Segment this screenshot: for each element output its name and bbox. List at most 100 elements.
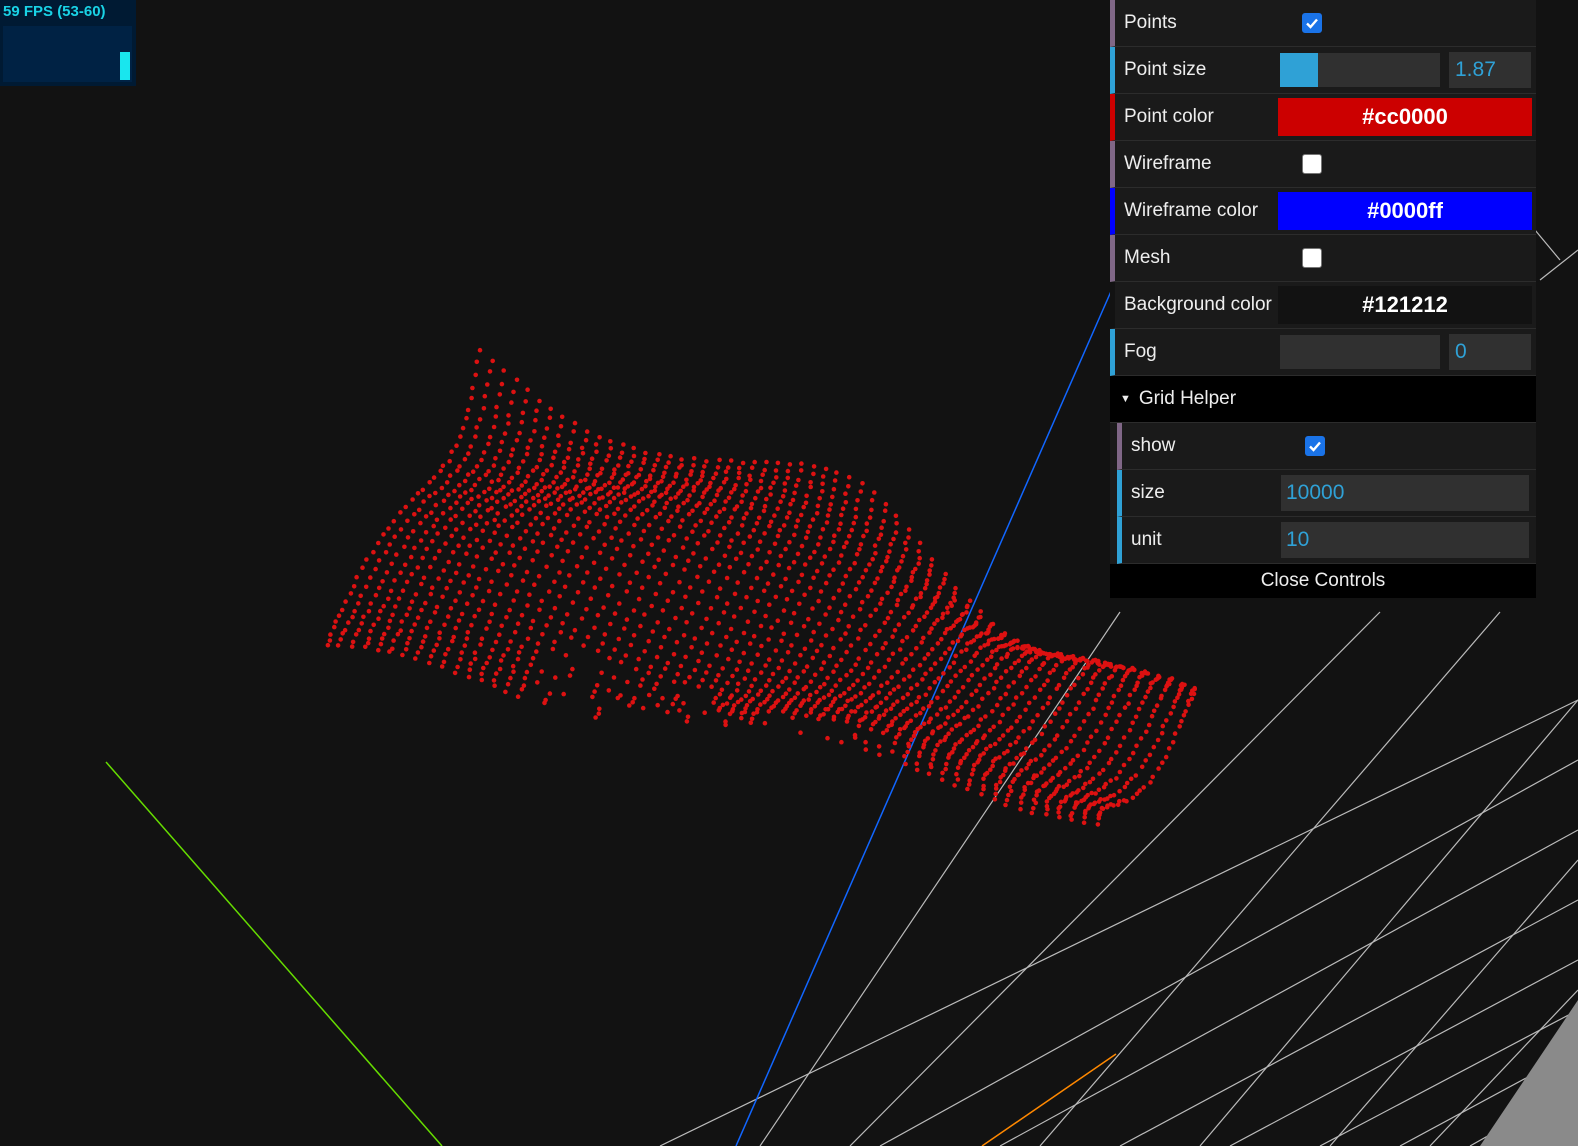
point bbox=[519, 687, 525, 692]
point bbox=[1109, 700, 1115, 705]
point bbox=[460, 425, 466, 431]
point bbox=[673, 554, 679, 560]
point bbox=[890, 634, 895, 639]
point-size-input[interactable]: 1.87 bbox=[1449, 52, 1531, 88]
point bbox=[735, 580, 740, 585]
point bbox=[762, 467, 767, 473]
wireframe-checkbox[interactable] bbox=[1302, 154, 1322, 174]
grid-size-input[interactable]: 10000 bbox=[1281, 475, 1529, 511]
point bbox=[865, 594, 871, 599]
point bbox=[1081, 691, 1086, 697]
point bbox=[940, 688, 946, 694]
point bbox=[889, 675, 894, 680]
point bbox=[653, 591, 659, 597]
point bbox=[1172, 731, 1178, 736]
point bbox=[506, 459, 512, 465]
caret-down-icon: ▼ bbox=[1120, 393, 1131, 405]
point bbox=[914, 646, 919, 651]
grid-show-checkbox[interactable] bbox=[1305, 436, 1325, 456]
point bbox=[723, 722, 728, 728]
point bbox=[982, 676, 987, 681]
point bbox=[1072, 733, 1077, 739]
point bbox=[1044, 812, 1049, 817]
point bbox=[842, 691, 847, 696]
point bbox=[515, 656, 521, 662]
point bbox=[965, 641, 970, 646]
point bbox=[498, 542, 503, 547]
point bbox=[984, 746, 989, 752]
point bbox=[532, 582, 537, 587]
point bbox=[853, 586, 859, 592]
point bbox=[1143, 758, 1148, 763]
point bbox=[938, 707, 944, 712]
point bbox=[728, 458, 734, 463]
point bbox=[407, 606, 412, 611]
close-controls-button[interactable]: Close Controls bbox=[1110, 564, 1536, 598]
point bbox=[783, 546, 788, 552]
point bbox=[1096, 787, 1102, 793]
point bbox=[631, 453, 637, 459]
fps-stats-panel[interactable]: 59 FPS (53-60) bbox=[0, 0, 136, 86]
point bbox=[755, 652, 760, 657]
point bbox=[640, 705, 646, 711]
point bbox=[463, 490, 468, 495]
mesh-checkbox[interactable] bbox=[1302, 248, 1322, 268]
point-color-input[interactable]: #cc0000 bbox=[1278, 98, 1532, 136]
point bbox=[959, 705, 964, 710]
point bbox=[781, 523, 787, 528]
point bbox=[467, 667, 473, 672]
point bbox=[552, 490, 557, 495]
point bbox=[632, 695, 637, 701]
point bbox=[954, 723, 959, 729]
point bbox=[947, 665, 952, 670]
point bbox=[801, 624, 807, 629]
point bbox=[796, 477, 801, 483]
point bbox=[489, 556, 495, 561]
point bbox=[403, 504, 409, 510]
point bbox=[606, 688, 612, 693]
point bbox=[665, 660, 671, 666]
point bbox=[929, 626, 934, 631]
point bbox=[419, 644, 424, 650]
point bbox=[1117, 743, 1123, 749]
fog-slider[interactable] bbox=[1280, 335, 1440, 369]
grid-unit-input[interactable]: 10 bbox=[1281, 522, 1529, 558]
point bbox=[514, 589, 520, 594]
point bbox=[764, 496, 769, 502]
point bbox=[1095, 822, 1101, 827]
point bbox=[1087, 779, 1093, 785]
point bbox=[501, 653, 506, 658]
point bbox=[1081, 785, 1086, 791]
point bbox=[1101, 784, 1107, 790]
point bbox=[376, 585, 382, 591]
point bbox=[525, 445, 531, 451]
background-color-input[interactable]: #121212 bbox=[1278, 286, 1532, 324]
point bbox=[837, 677, 843, 683]
point bbox=[1041, 682, 1047, 688]
point bbox=[843, 573, 849, 579]
point bbox=[368, 575, 373, 580]
point bbox=[670, 701, 676, 707]
wireframe-color-input[interactable]: #0000ff bbox=[1278, 192, 1532, 230]
points-checkbox[interactable] bbox=[1302, 13, 1322, 33]
point-size-slider[interactable] bbox=[1280, 53, 1440, 87]
point bbox=[1016, 735, 1021, 740]
point bbox=[762, 503, 768, 509]
point bbox=[894, 521, 899, 526]
grid-helper-folder-toggle[interactable]: ▼ Grid Helper bbox=[1110, 376, 1536, 423]
point bbox=[1077, 726, 1082, 731]
point bbox=[677, 465, 682, 470]
point bbox=[499, 439, 505, 445]
point bbox=[641, 528, 647, 534]
point bbox=[941, 581, 946, 586]
point bbox=[493, 639, 499, 645]
fog-input[interactable]: 0 bbox=[1449, 334, 1531, 370]
point bbox=[383, 550, 389, 555]
point bbox=[1082, 815, 1087, 820]
point bbox=[654, 654, 660, 660]
point bbox=[943, 705, 949, 710]
point bbox=[473, 508, 478, 514]
point bbox=[592, 501, 597, 506]
point bbox=[452, 488, 457, 494]
point bbox=[935, 641, 941, 646]
